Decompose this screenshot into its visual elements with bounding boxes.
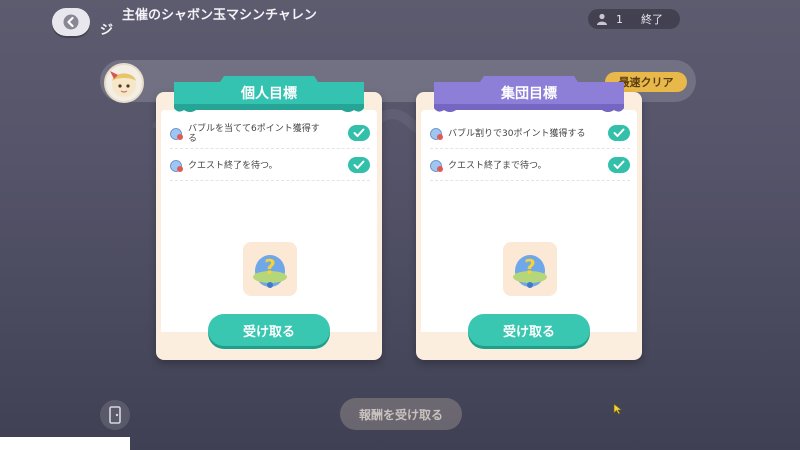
task-row: バブル割りで30ポイント獲得する xyxy=(430,120,630,149)
task-row: クエスト終了を待つ。 xyxy=(170,152,370,181)
receive-button[interactable]: 受け取る xyxy=(468,314,590,346)
personal-goal-card: バブルを当てて6ポイント獲得する クエスト終了を待つ。 ? 受け取る xyxy=(156,92,382,360)
check-icon xyxy=(608,157,630,173)
group-goal-card: バブル割りで30ポイント獲得する クエスト終了まで待つ。 ? 受け取る xyxy=(416,92,642,360)
reward-item[interactable]: ? xyxy=(243,242,297,296)
mystery-egg-icon: ? xyxy=(513,255,547,288)
person-icon xyxy=(597,13,607,25)
check-icon xyxy=(348,125,370,141)
player-status-pill: 1 終了 xyxy=(588,9,680,29)
avatar xyxy=(104,63,144,103)
card-header-title: 個人目標 xyxy=(241,86,297,102)
group-goal-header: 集団目標 xyxy=(432,74,626,112)
chevron-left-icon xyxy=(63,14,79,30)
reward-item[interactable]: ? xyxy=(503,242,557,296)
claim-all-rewards-button[interactable]: 報酬を受け取る xyxy=(340,398,462,430)
bubble-task-icon xyxy=(170,128,183,140)
svg-text:?: ? xyxy=(264,255,276,279)
check-icon xyxy=(608,125,630,141)
task-text: クエスト終了まで待つ。 xyxy=(448,161,547,171)
character-face-icon xyxy=(110,71,136,97)
task-text: クエスト終了を待つ。 xyxy=(188,161,278,171)
bubble-task-icon xyxy=(430,160,443,172)
check-icon xyxy=(348,157,370,173)
top-bar: 主催のシャボン玉マシンチャレンジ 1 終了 xyxy=(0,0,800,50)
bubble-task-icon xyxy=(430,128,443,140)
bubble-task-icon xyxy=(170,160,183,172)
mouse-cursor-icon xyxy=(613,403,623,415)
player-count: 1 xyxy=(616,12,623,26)
personal-goal-header: 個人目標 xyxy=(172,74,366,112)
bottom-overlay xyxy=(0,437,130,450)
back-button[interactable] xyxy=(52,8,90,36)
task-text: バブルを当てて6ポイント獲得する xyxy=(188,124,320,144)
task-row: バブルを当てて6ポイント獲得する xyxy=(170,120,370,149)
task-row: クエスト終了まで待つ。 xyxy=(430,152,630,181)
door-exit-icon xyxy=(109,406,121,424)
page-title: 主催のシャボン玉マシンチャレンジ xyxy=(100,8,317,38)
svg-text:?: ? xyxy=(524,255,536,279)
card-header-title: 集団目標 xyxy=(501,86,557,102)
status-text: 終了 xyxy=(641,13,663,26)
receive-button[interactable]: 受け取る xyxy=(208,314,330,346)
task-text: バブル割りで30ポイント獲得する xyxy=(448,129,586,139)
mystery-egg-icon: ? xyxy=(253,255,287,288)
exit-button[interactable] xyxy=(100,400,130,430)
